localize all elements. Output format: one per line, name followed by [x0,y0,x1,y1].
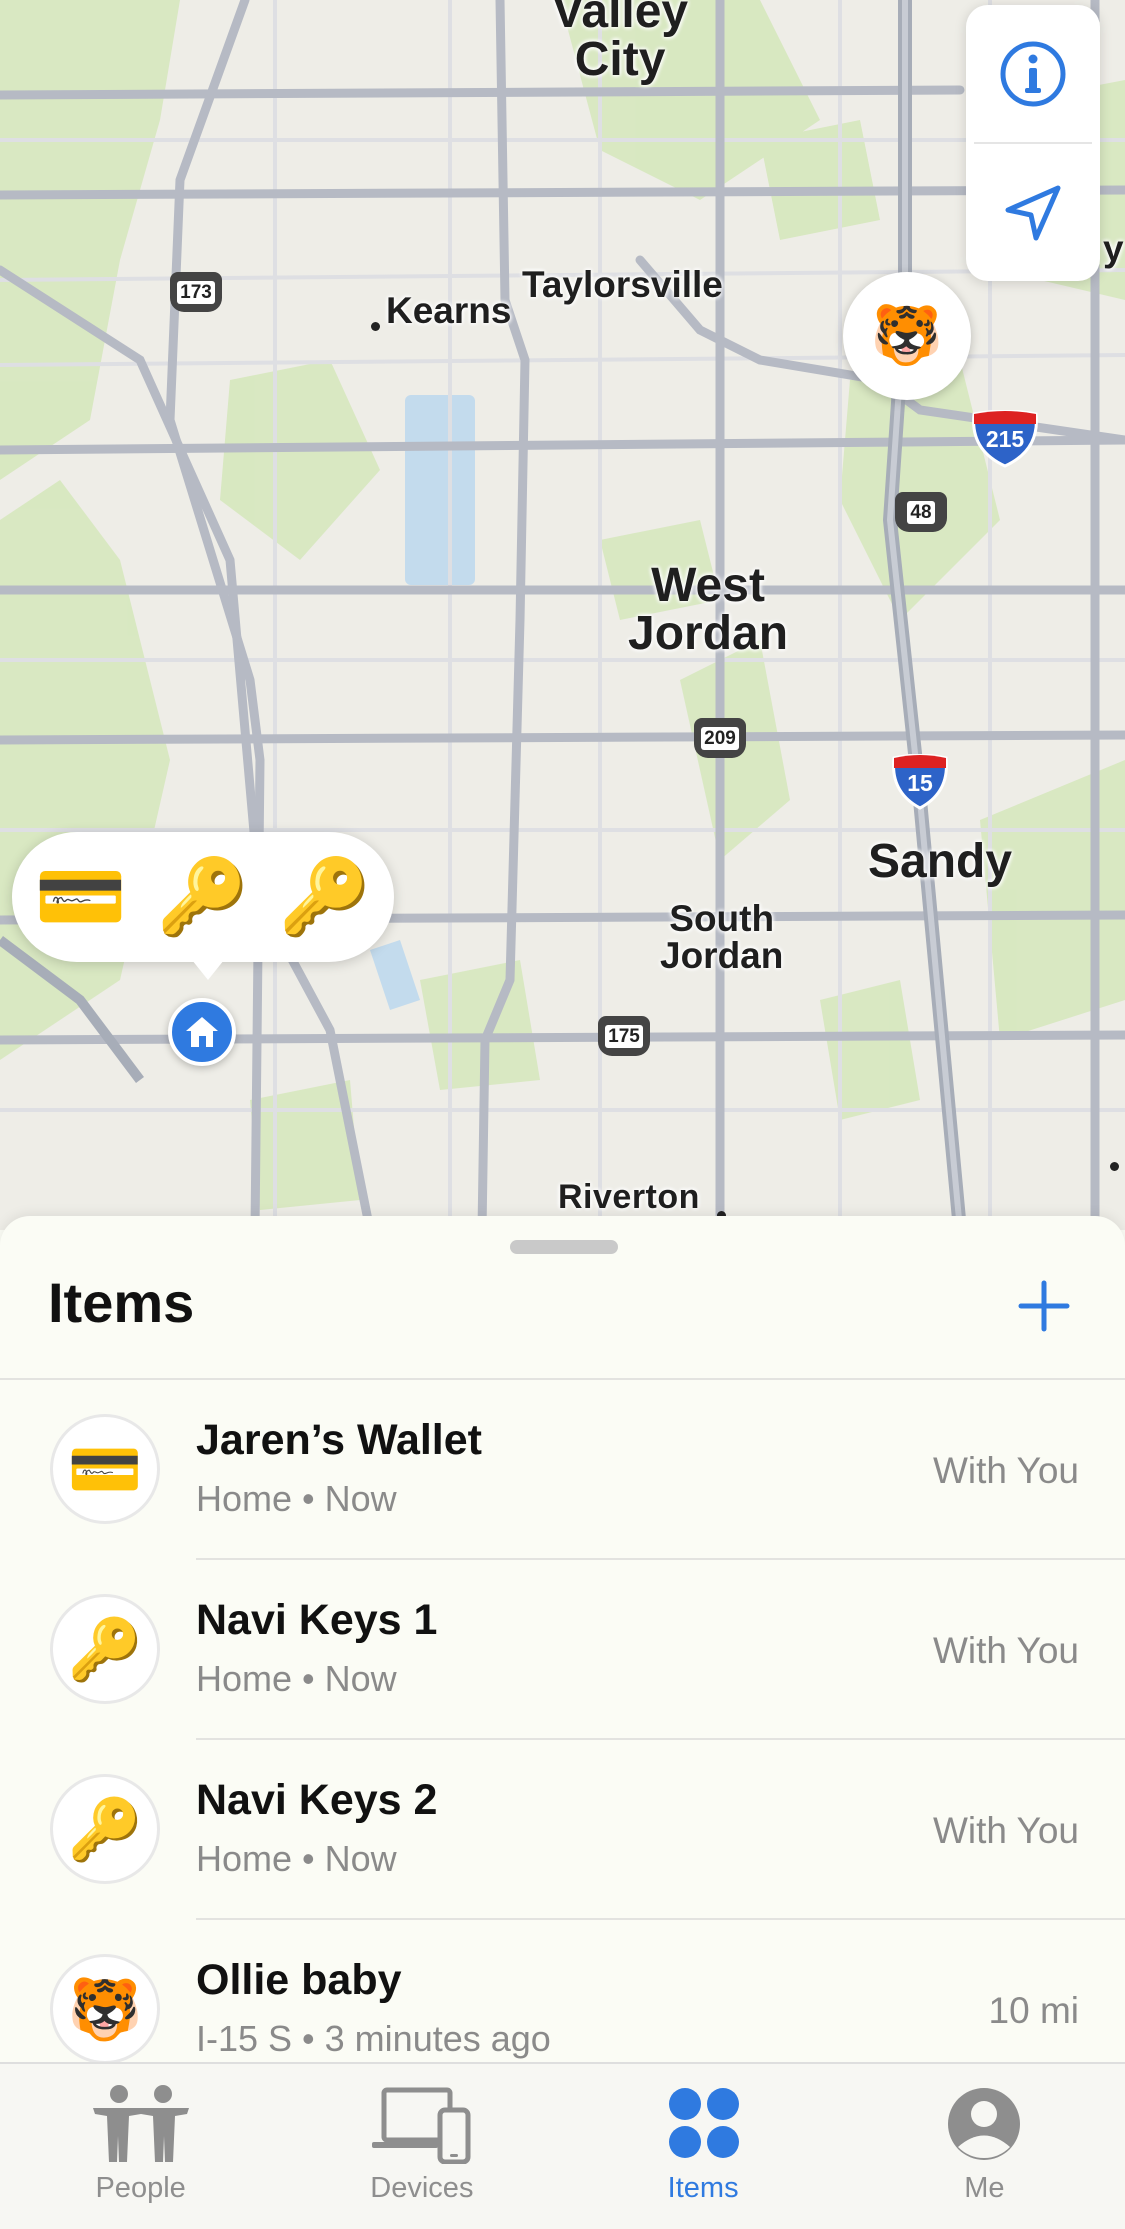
city-label-line: South [669,898,775,939]
tab-label: Me [964,2172,1005,2204]
city-dot [371,322,380,331]
key-icon: 🔑 [50,1594,160,1704]
route-number: 173 [177,280,215,304]
route-shield-209: 209 [694,718,746,758]
city-label-line: City [574,33,666,86]
item-time: Now [324,1838,397,1879]
route-shield-175: 175 [598,1016,650,1056]
key-icon: 🔑 [50,1774,160,1884]
list-item[interactable]: 🔑 Navi Keys 2 Home • Now With You [0,1740,1125,1920]
map-info-button[interactable] [966,5,1100,142]
item-time: Now [324,1658,397,1699]
route-shield-48: 48 [895,492,947,532]
item-subtitle: Home • Now [196,1478,397,1519]
city-label-west-jordan: West Jordan [628,562,788,658]
wallet-card-icon: 💳 [34,855,128,938]
map-controls [966,5,1100,281]
map-view[interactable]: Valley City Taylorsville Kearns West Jor… [0,0,1125,1230]
tab-me[interactable]: Me [844,2064,1125,2229]
list-item[interactable]: 🔑 Navi Keys 1 Home • Now With You [0,1560,1125,1740]
city-label-line: Jordan [660,935,784,976]
item-status: With You [932,1450,1079,1491]
location-arrow-icon [1005,185,1061,240]
key-icon: 🔑 [156,855,250,938]
item-subtitle: Home • Now [196,1658,397,1699]
interstate-shield-15: 15 [890,753,950,810]
person-circle-icon [948,2088,1021,2160]
item-name: Jaren’s Wallet [196,1416,482,1464]
item-name: Navi Keys 2 [196,1776,438,1824]
city-label-kearns: Kearns [386,290,512,331]
item-name: Ollie baby [196,1956,402,2004]
city-label-south-jordan: South Jordan [660,900,783,974]
city-label-partial: y [1103,228,1124,269]
route-number: 15 [907,770,933,796]
city-dot [1110,1162,1119,1171]
map-location-button[interactable] [966,144,1100,281]
route-number: 215 [985,426,1025,452]
plus-icon [1018,1280,1070,1332]
sheet-grabber[interactable] [510,1240,618,1254]
route-number: 48 [907,500,935,524]
interstate-shield-215: 215 [970,409,1038,468]
people-icon [92,2085,189,2162]
city-label-riverton: Riverton [558,1178,700,1216]
item-status: With You [932,1810,1079,1851]
route-number: 175 [605,1024,643,1048]
items-sheet: Items 💳 Jaren’s Wallet Home • Now With Y… [0,1216,1125,2062]
house-icon [186,1017,218,1047]
tiger-icon: 🐯 [50,1954,160,2062]
wallet-card-icon: 💳 [50,1414,160,1524]
route-shield-173: 173 [170,272,222,312]
tab-label: Items [667,2172,739,2204]
item-name: Navi Keys 1 [196,1596,438,1644]
items-icon [669,2088,740,2158]
tab-devices[interactable]: Devices [281,2064,562,2229]
city-label-line: Valley [552,0,689,38]
devices-icon [371,2087,471,2164]
item-subtitle: I-15 S • 3 minutes ago [196,2018,551,2059]
tab-people[interactable]: People [0,2064,281,2229]
city-label-sandy: Sandy [868,835,1013,888]
sheet-title: Items [48,1271,195,1334]
map-base [0,0,1125,1230]
route-number: 209 [701,726,739,750]
tab-label: Devices [370,2172,474,2204]
item-time: Now [324,1478,397,1519]
item-location: Home [196,1838,293,1879]
item-status: 10 mi [988,1990,1079,2031]
item-time: 3 minutes ago [324,2018,551,2059]
info-icon [1000,41,1066,106]
add-item-button[interactable] [1014,1276,1074,1336]
city-label-taylorsville: Taylorsville [522,264,723,305]
city-label-valley-city: Valley City [552,0,688,84]
tab-bar: People Devices Items Me [0,2062,1125,2229]
city-label-line: Jordan [628,607,789,660]
key-icon: 🔑 [278,855,372,938]
tiger-item-pin[interactable]: 🐯 [843,272,971,400]
items-list: 💳 Jaren’s Wallet Home • Now With You 🔑 N… [0,1380,1125,2062]
item-location: Home [196,1658,293,1699]
item-subtitle: Home • Now [196,1838,397,1879]
list-item[interactable]: 🐯 Ollie baby I-15 S • 3 minutes ago 10 m… [0,1920,1125,2062]
item-status: With You [932,1630,1079,1671]
item-cluster-callout[interactable]: 💳 🔑 🔑 [12,832,394,980]
item-location: I-15 S [196,2018,293,2059]
list-item[interactable]: 💳 Jaren’s Wallet Home • Now With You [0,1380,1125,1560]
tab-label: People [95,2172,186,2204]
city-label-line: West [651,559,765,612]
item-location: Home [196,1478,293,1519]
tab-items[interactable]: Items [563,2064,844,2229]
home-location-pin[interactable] [168,998,236,1066]
